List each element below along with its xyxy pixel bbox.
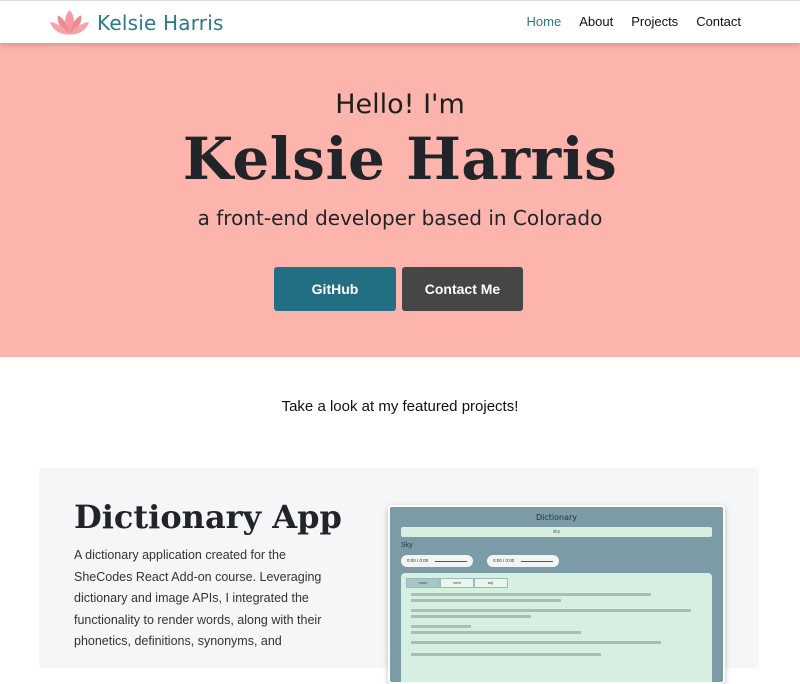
screenshot-audio-player-1: 0:00 / 0:00	[401, 555, 473, 567]
screenshot-text-line	[411, 631, 581, 634]
project-screenshot[interactable]: Dictionary sky Sky 0:00 / 0:00 0:00 / 0:…	[388, 505, 725, 684]
hero-name: Kelsie Harris	[182, 125, 618, 193]
screenshot-tabs: noun verb adj.	[406, 578, 508, 588]
nav-link-projects[interactable]: Projects	[631, 14, 678, 29]
github-button[interactable]: GitHub	[274, 267, 396, 311]
lotus-flower-icon	[49, 10, 90, 35]
project-card-dictionary: Dictionary App A dictionary application …	[39, 468, 759, 684]
screenshot-search-field: sky	[401, 527, 712, 537]
screenshot-text-line	[411, 641, 661, 644]
nav-link-home[interactable]: Home	[527, 14, 562, 29]
nav-link-about[interactable]: About	[579, 14, 613, 29]
screenshot-tab-adj: adj.	[474, 578, 508, 588]
screenshot-audio-player-2: 0:00 / 0:00	[487, 555, 559, 567]
screenshot-tab-verb: verb	[440, 578, 474, 588]
brand[interactable]: Kelsie Harris	[49, 8, 224, 38]
nav-link-contact[interactable]: Contact	[696, 14, 741, 29]
project-description: A dictionary application created for the…	[74, 548, 322, 649]
screenshot-definitions-panel: noun verb adj.	[401, 573, 712, 682]
hero-section: Hello! I'm Kelsie Harris a front-end dev…	[0, 43, 800, 357]
screenshot-text-line	[411, 593, 651, 596]
screenshot-text-line	[411, 615, 531, 618]
featured-projects-intro: Take a look at my featured projects!	[281, 398, 519, 415]
navbar: Kelsie Harris Home About Projects Contac…	[0, 0, 800, 43]
screenshot-text-line	[411, 625, 471, 628]
screenshot-text-line	[411, 599, 561, 602]
screenshot-app-title: Dictionary	[535, 513, 578, 522]
nav-links: Home About Projects Contact	[527, 14, 741, 29]
brand-name: Kelsie Harris	[97, 11, 224, 35]
contact-me-button[interactable]: Contact Me	[402, 267, 523, 311]
screenshot-tab-noun: noun	[406, 578, 440, 588]
project-title: Dictionary App	[74, 498, 342, 536]
hero-tagline: a front-end developer based in Colorado	[197, 206, 603, 230]
hero-greeting: Hello! I'm	[335, 89, 465, 120]
screenshot-word: Sky	[401, 542, 413, 549]
screenshot-text-line	[411, 609, 691, 612]
